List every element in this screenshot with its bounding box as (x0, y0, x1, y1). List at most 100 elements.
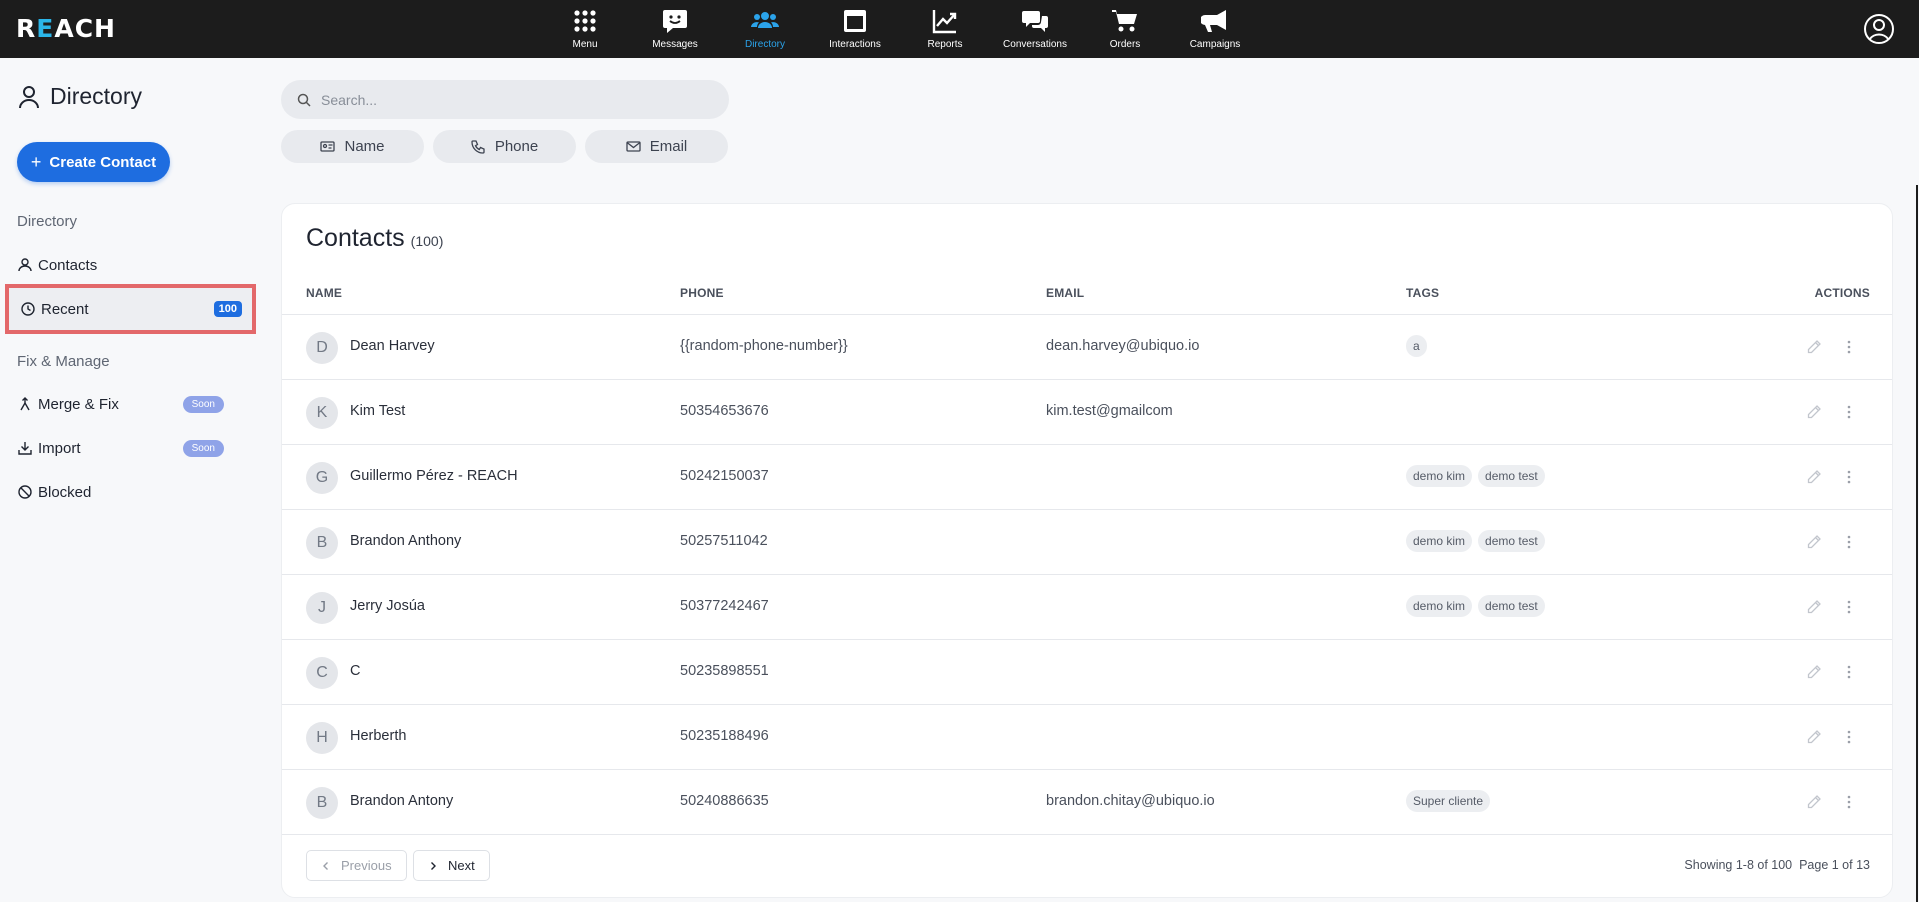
logo-text-e: E (36, 13, 55, 43)
contact-email: brandon.chitay@ubiquo.io (1046, 793, 1215, 809)
avatar: G (306, 462, 338, 494)
clock-icon (21, 302, 35, 316)
create-contact-label: Create Contact (49, 153, 157, 171)
pagination: Previous Next Showing 1-8 of 100 Page 1 … (282, 834, 1892, 894)
column-tags: TAGS (1406, 286, 1440, 300)
merge-icon (20, 397, 30, 411)
edit-icon[interactable] (1806, 664, 1822, 680)
edit-icon[interactable] (1806, 469, 1822, 485)
sidebar-item-merge[interactable]: Merge & Fix Soon (17, 382, 242, 426)
avatar: B (306, 787, 338, 819)
sidebar-item-recent[interactable]: Recent 100 (5, 284, 256, 334)
contact-name[interactable]: Guillermo Pérez - REACH (350, 468, 518, 484)
edit-icon[interactable] (1806, 599, 1822, 615)
sidebar-item-import[interactable]: Import Soon (17, 426, 242, 470)
nav-campaigns[interactable]: Campaigns (1170, 0, 1260, 58)
filter-name-button[interactable]: Name (281, 130, 424, 163)
avatar: D (306, 332, 338, 364)
user-profile-icon[interactable] (1863, 13, 1895, 45)
contact-phone: 50377242467 (680, 598, 769, 614)
nav-reports[interactable]: Reports (900, 0, 990, 58)
page-scrollbar[interactable] (1916, 185, 1918, 902)
contacts-title-text: Contacts (306, 224, 405, 252)
sidebar-item-label: Recent (41, 300, 89, 318)
nav-interactions-label: Interactions (829, 39, 881, 50)
section-fix-manage: Fix & Manage (17, 353, 110, 370)
phone-icon (471, 140, 485, 154)
tag-chip: demo kim (1406, 465, 1473, 487)
table-row[interactable]: H Herberth 50235188496 (282, 705, 1892, 770)
more-vertical-icon[interactable] (1846, 599, 1852, 615)
more-vertical-icon[interactable] (1846, 664, 1852, 680)
sidebar-item-contacts[interactable]: Contacts (17, 243, 242, 287)
nav-campaigns-label: Campaigns (1189, 39, 1241, 50)
nav-messages-label: Messages (652, 39, 698, 50)
edit-icon[interactable] (1806, 404, 1822, 420)
tag-chip: demo test (1478, 465, 1545, 487)
contact-name[interactable]: Kim Test (350, 403, 405, 419)
contact-name[interactable]: Jerry Josúa (350, 598, 425, 614)
filter-phone-button[interactable]: Phone (433, 130, 576, 163)
nav-interactions[interactable]: Interactions (810, 0, 900, 58)
grid-icon (574, 10, 596, 32)
previous-page-button[interactable]: Previous (306, 850, 407, 881)
sidebar-item-label: Contacts (38, 256, 98, 274)
edit-icon[interactable] (1806, 729, 1822, 745)
sidebar-item-blocked[interactable]: Blocked (17, 470, 242, 514)
nav-directory-label: Directory (744, 39, 785, 50)
users-icon (751, 12, 779, 28)
table-row[interactable]: G Guillermo Pérez - REACH 50242150037 demo … (282, 445, 1892, 510)
person-icon (18, 258, 32, 272)
search-input[interactable] (321, 91, 701, 108)
person-icon (19, 85, 39, 108)
contact-name[interactable]: Dean Harvey (350, 338, 435, 354)
nav-conversations[interactable]: Conversations (990, 0, 1080, 58)
more-vertical-icon[interactable] (1846, 729, 1852, 745)
search-bar (281, 80, 729, 119)
nav-menu[interactable]: Menu (540, 0, 630, 58)
search-icon (297, 93, 311, 107)
reach-logo[interactable]: R E ACH (16, 13, 116, 43)
contact-name[interactable]: Brandon Anthony (350, 533, 461, 549)
edit-icon[interactable] (1806, 339, 1822, 355)
column-phone: PHONE (680, 286, 724, 300)
more-vertical-icon[interactable] (1846, 404, 1852, 420)
table-row[interactable]: C C 50235898551 (282, 640, 1892, 705)
tag-chip: demo test (1478, 530, 1545, 552)
pagination-info: Showing 1-8 of 100 Page 1 of 13 (1684, 858, 1870, 872)
tag-chip: a (1406, 335, 1427, 357)
chevron-right-icon (431, 861, 436, 870)
more-vertical-icon[interactable] (1846, 469, 1852, 485)
table-row[interactable]: K Kim Test 50354653676 kim.test@gmailcom (282, 380, 1892, 445)
nav-messages[interactable]: Messages (630, 0, 720, 58)
table-row[interactable]: B Brandon Antony 50240886635 brandon.chitay… (282, 770, 1892, 835)
megaphone-icon (1201, 10, 1226, 32)
plus-icon: + (30, 151, 42, 172)
contact-tags: demo kim demo test (1406, 465, 1545, 487)
previous-label: Previous (341, 858, 392, 873)
table-row[interactable]: J Jerry Josúa 50377242467 demo kim demo test (282, 575, 1892, 640)
cart-icon (1112, 10, 1137, 32)
contact-name[interactable]: C (350, 663, 360, 679)
contact-phone: 50354653676 (680, 403, 769, 419)
edit-icon[interactable] (1806, 794, 1822, 810)
filter-email-button[interactable]: Email (585, 130, 728, 163)
tag-chip: Super cliente (1406, 790, 1491, 812)
create-contact-button[interactable]: + Create Contact (17, 142, 170, 182)
sidebar-title: Directory (18, 83, 142, 110)
more-vertical-icon[interactable] (1846, 339, 1852, 355)
contact-name[interactable]: Herberth (350, 728, 406, 744)
table-row[interactable]: D Dean Harvey {{random-phone-number}} dean.… (282, 315, 1892, 380)
page-indicator: Page 1 of 13 (1799, 858, 1870, 872)
section-directory: Directory (17, 213, 78, 230)
contact-name[interactable]: Brandon Antony (350, 793, 453, 809)
more-vertical-icon[interactable] (1846, 794, 1852, 810)
table-row[interactable]: B Brandon Anthony 50257511042 demo kim demo … (282, 510, 1892, 575)
nav-orders[interactable]: Orders (1080, 0, 1170, 58)
next-page-button[interactable]: Next (413, 850, 490, 881)
nav-directory[interactable]: Directory (720, 0, 810, 58)
download-icon (18, 442, 32, 455)
avatar: B (306, 527, 338, 559)
more-vertical-icon[interactable] (1846, 534, 1852, 550)
edit-icon[interactable] (1806, 534, 1822, 550)
